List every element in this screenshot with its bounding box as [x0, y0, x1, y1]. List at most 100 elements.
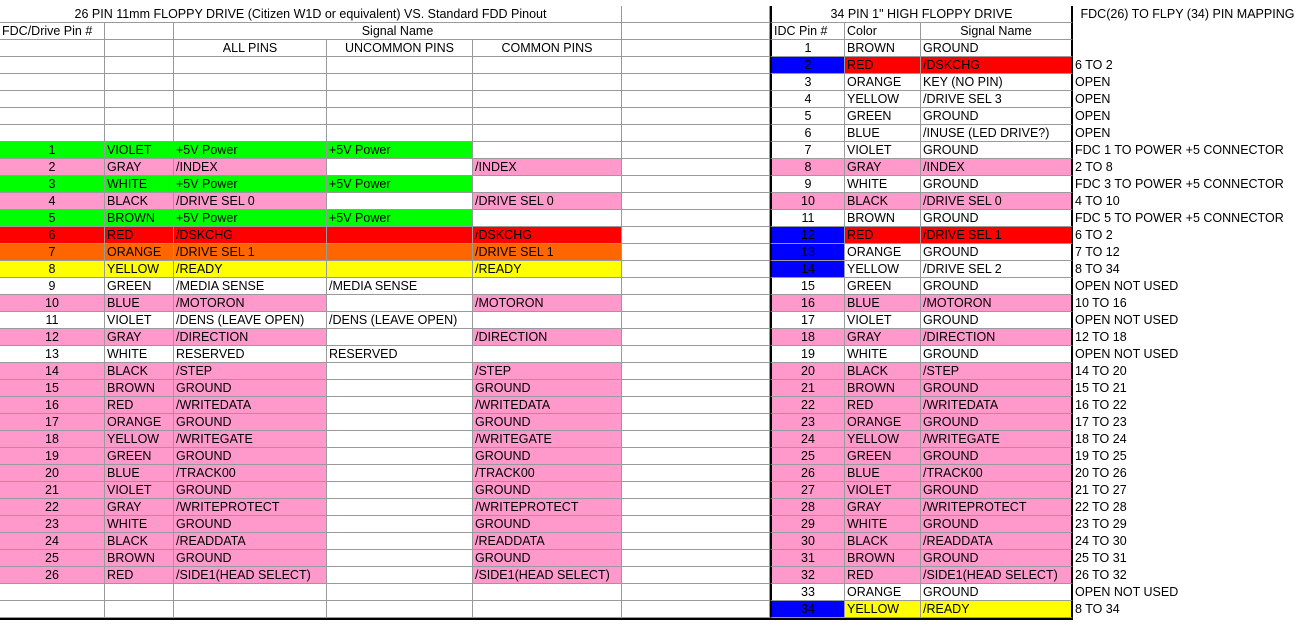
wire-color-cell[interactable]: BLUE — [105, 465, 174, 482]
mapping-cell[interactable]: 24 TO 30 — [1073, 533, 1302, 550]
idc-color-cell[interactable]: YELLOW — [845, 431, 921, 448]
wire-color-cell[interactable]: GREEN — [105, 278, 174, 295]
fdc-pin-cell[interactable]: 5 — [0, 210, 105, 227]
common-pins-cell[interactable] — [473, 108, 622, 125]
idc-pin-cell[interactable]: 7 — [770, 142, 845, 159]
all-pins-cell[interactable]: GROUND — [174, 448, 327, 465]
all-pins-cell[interactable]: /STEP — [174, 363, 327, 380]
idc-color-cell[interactable]: BLACK — [845, 193, 921, 210]
uncommon-pins-cell[interactable] — [327, 465, 473, 482]
uncommon-pins-cell[interactable] — [327, 74, 473, 91]
fdc-pin-header[interactable]: FDC/Drive Pin # — [0, 23, 105, 40]
mapping-cell[interactable]: 25 TO 31 — [1073, 550, 1302, 567]
common-pins-cell[interactable] — [473, 312, 622, 329]
mapping-cell[interactable]: FDC 5 TO POWER +5 CONNECTOR — [1073, 210, 1302, 227]
idc-pin-cell[interactable]: 25 — [770, 448, 845, 465]
all-pins-cell[interactable]: /TRACK00 — [174, 465, 327, 482]
idc-pin-cell[interactable]: 24 — [770, 431, 845, 448]
fdc-pin-cell[interactable]: 9 — [0, 278, 105, 295]
spacer-cell[interactable] — [622, 244, 770, 261]
mapping-cell[interactable]: 6 TO 2 — [1073, 57, 1302, 74]
idc-pin-cell[interactable]: 34 — [770, 601, 845, 618]
spacer-cell[interactable] — [622, 448, 770, 465]
header-blank[interactable] — [622, 40, 770, 57]
mapping-cell[interactable]: OPEN — [1073, 74, 1302, 91]
fdc-pin-cell[interactable] — [0, 584, 105, 601]
idc-pin-cell[interactable]: 17 — [770, 312, 845, 329]
mapping-cell[interactable]: OPEN — [1073, 125, 1302, 142]
mapping-title[interactable]: FDC(26) TO FLPY (34) PIN MAPPING — [1073, 6, 1302, 23]
common-pins-cell[interactable]: /WRITEDATA — [473, 397, 622, 414]
fdc-pin-cell[interactable] — [0, 108, 105, 125]
wire-color-cell[interactable]: WHITE — [105, 176, 174, 193]
mapping-cell[interactable]: 4 TO 10 — [1073, 193, 1302, 210]
fdc-pin-cell[interactable]: 8 — [0, 261, 105, 278]
uncommon-pins-cell[interactable] — [327, 584, 473, 601]
idc-signal-cell[interactable]: /MOTORON — [921, 295, 1073, 312]
idc-color-cell[interactable]: GRAY — [845, 329, 921, 346]
all-pins-cell[interactable]: GROUND — [174, 550, 327, 567]
idc-pin-cell[interactable]: 32 — [770, 567, 845, 584]
wire-color-cell[interactable]: GREEN — [105, 448, 174, 465]
uncommon-pins-cell[interactable] — [327, 601, 473, 618]
mapping-cell[interactable]: 14 TO 20 — [1073, 363, 1302, 380]
fdc-pin-cell[interactable] — [0, 601, 105, 618]
common-pins-cell[interactable] — [473, 210, 622, 227]
fdc-pin-cell[interactable]: 24 — [0, 533, 105, 550]
idc-signal-cell[interactable]: /SIDE1(HEAD SELECT) — [921, 567, 1073, 584]
idc-signal-cell[interactable]: /READY — [921, 601, 1073, 618]
idc-color-cell[interactable]: BLACK — [845, 533, 921, 550]
idc-pin-cell[interactable]: 20 — [770, 363, 845, 380]
uncommon-pins-cell[interactable] — [327, 193, 473, 210]
idc-pin-cell[interactable]: 4 — [770, 91, 845, 108]
idc-pin-cell[interactable]: 19 — [770, 346, 845, 363]
wire-color-cell[interactable]: BLACK — [105, 363, 174, 380]
uncommon-pins-cell[interactable]: +5V Power — [327, 210, 473, 227]
idc-color-cell[interactable]: BROWN — [845, 380, 921, 397]
idc-pin-cell[interactable]: 10 — [770, 193, 845, 210]
all-pins-cell[interactable]: /MOTORON — [174, 295, 327, 312]
common-pins-cell[interactable]: GROUND — [473, 516, 622, 533]
idc-signal-cell[interactable]: GROUND — [921, 176, 1073, 193]
wire-color-cell[interactable]: GRAY — [105, 159, 174, 176]
idc-pin-cell[interactable]: 12 — [770, 227, 845, 244]
idc-pin-header[interactable]: IDC Pin # — [770, 23, 845, 40]
idc-pin-cell[interactable]: 16 — [770, 295, 845, 312]
uncommon-pins-cell[interactable]: /DENS (LEAVE OPEN) — [327, 312, 473, 329]
uncommon-pins-cell[interactable] — [327, 363, 473, 380]
mapping-cell[interactable]: 8 TO 34 — [1073, 261, 1302, 278]
all-pins-cell[interactable]: /WRITEGATE — [174, 431, 327, 448]
fdc-pin-cell[interactable]: 22 — [0, 499, 105, 516]
fdc-pin-cell[interactable]: 11 — [0, 312, 105, 329]
all-pins-cell[interactable]: /INDEX — [174, 159, 327, 176]
all-pins-cell[interactable]: /WRITEPROTECT — [174, 499, 327, 516]
uncommon-pins-cell[interactable] — [327, 125, 473, 142]
idc-pin-cell[interactable]: 26 — [770, 465, 845, 482]
wire-color-cell[interactable] — [105, 91, 174, 108]
mapping-cell[interactable]: 20 TO 26 — [1073, 465, 1302, 482]
all-pins-cell[interactable]: GROUND — [174, 482, 327, 499]
spacer-cell[interactable] — [622, 499, 770, 516]
fdc-pin-cell[interactable]: 19 — [0, 448, 105, 465]
idc-signal-cell[interactable]: GROUND — [921, 448, 1073, 465]
fdc-pin-cell[interactable]: 20 — [0, 465, 105, 482]
uncommon-pins-cell[interactable] — [327, 261, 473, 278]
idc-color-cell[interactable]: GREEN — [845, 278, 921, 295]
spacer-cell[interactable] — [622, 227, 770, 244]
all-pins-cell[interactable]: /READY — [174, 261, 327, 278]
uncommon-pins-cell[interactable] — [327, 295, 473, 312]
idc-color-cell[interactable]: WHITE — [845, 346, 921, 363]
uncommon-pins-cell[interactable] — [327, 380, 473, 397]
idc-color-cell[interactable]: BROWN — [845, 210, 921, 227]
common-pins-cell[interactable]: /MOTORON — [473, 295, 622, 312]
all-pins-cell[interactable] — [174, 108, 327, 125]
wire-color-cell[interactable] — [105, 74, 174, 91]
mapping-cell[interactable]: 23 TO 29 — [1073, 516, 1302, 533]
idc-color-cell[interactable]: GREEN — [845, 108, 921, 125]
idc-color-cell[interactable]: ORANGE — [845, 244, 921, 261]
all-pins-cell[interactable] — [174, 91, 327, 108]
idc-signal-cell[interactable]: KEY (NO PIN) — [921, 74, 1073, 91]
wire-color-cell[interactable]: WHITE — [105, 346, 174, 363]
all-pins-cell[interactable]: +5V Power — [174, 210, 327, 227]
mapping-cell[interactable] — [1073, 40, 1302, 57]
